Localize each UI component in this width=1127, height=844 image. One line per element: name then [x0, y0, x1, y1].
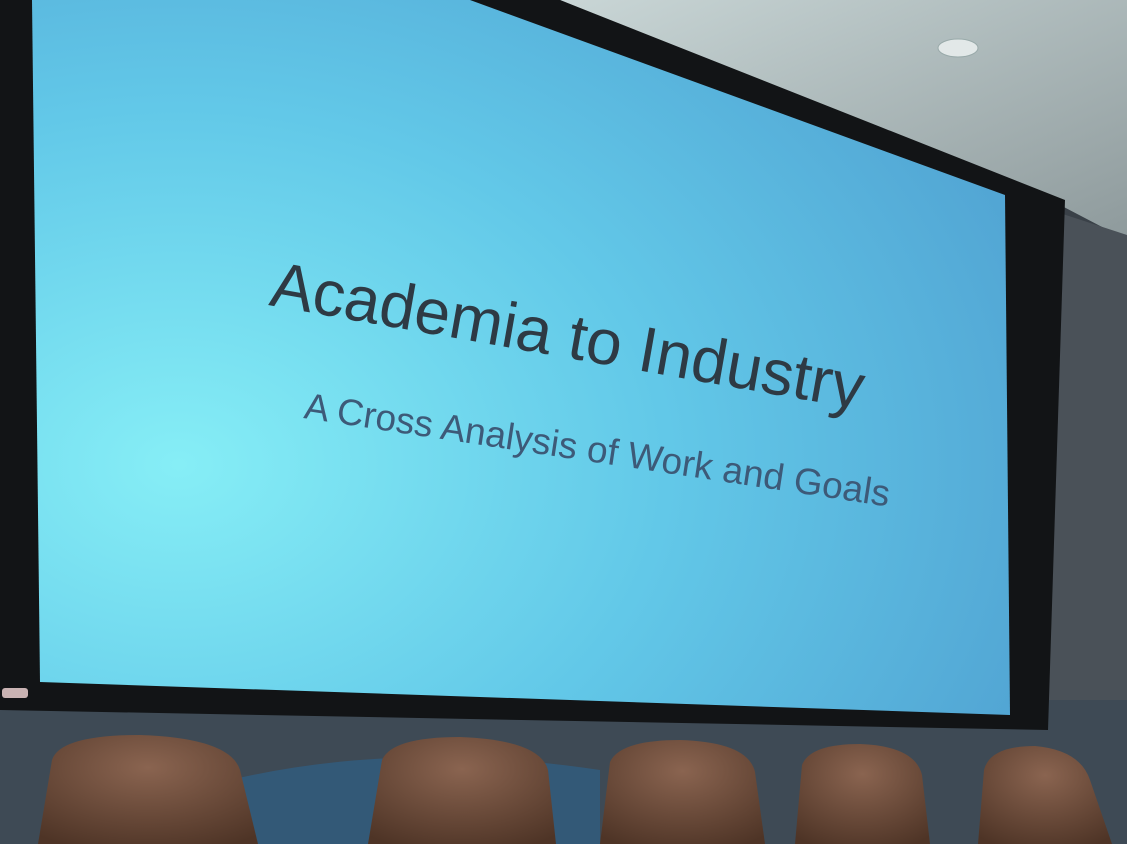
chair [600, 740, 765, 844]
chair [795, 744, 930, 844]
scene: Academia to Industry A Cross Analysis of… [0, 0, 1127, 844]
ceiling-light [937, 38, 979, 58]
chair [368, 737, 556, 844]
frame-label [2, 688, 28, 698]
